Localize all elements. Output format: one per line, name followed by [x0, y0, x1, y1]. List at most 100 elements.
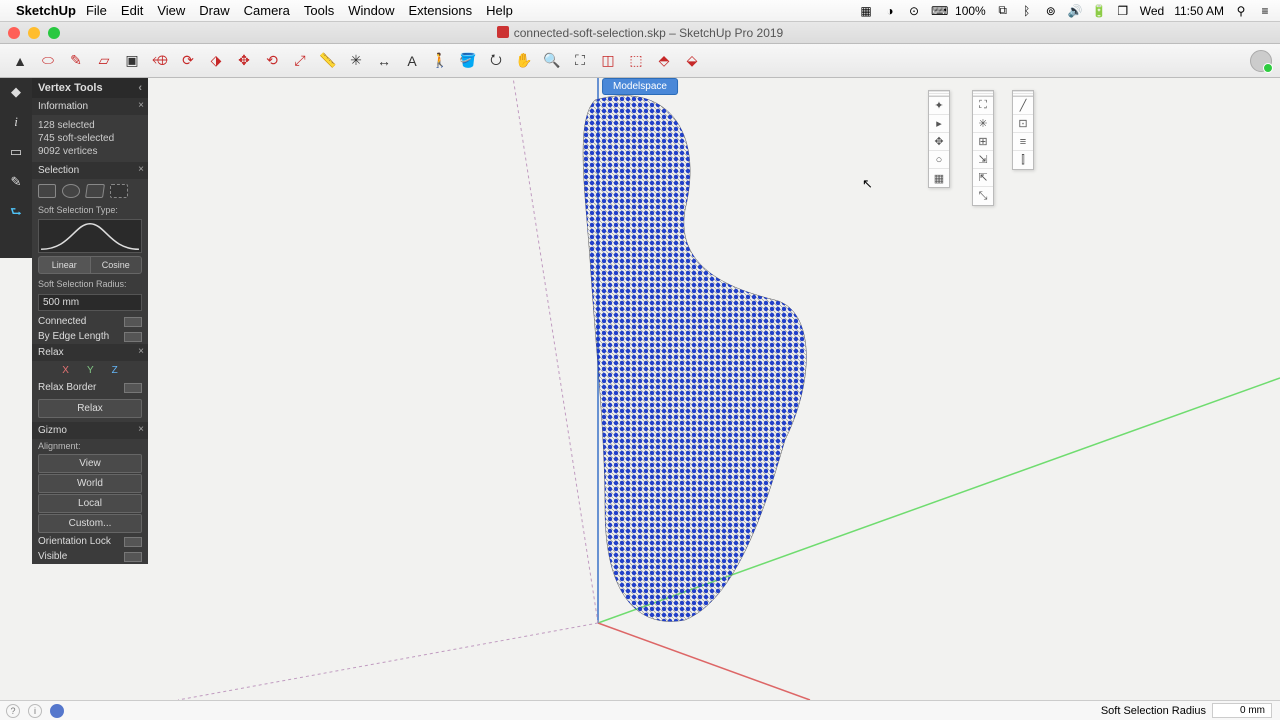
falloff-curve[interactable] — [38, 219, 142, 253]
menu-view[interactable]: View — [157, 3, 185, 18]
menu-camera[interactable]: Camera — [244, 3, 290, 18]
mesh-object[interactable] — [565, 90, 825, 630]
volume-icon[interactable]: 🔊 — [1068, 4, 1082, 18]
zoom-tool[interactable]: 🔍 — [540, 49, 564, 73]
relax-button[interactable]: Relax — [38, 399, 142, 418]
3dwarehouse-tool[interactable]: ⬚ — [624, 49, 648, 73]
orientation-lock-checkbox[interactable] — [124, 537, 142, 547]
window-minimize-button[interactable] — [28, 27, 40, 39]
visible-checkbox[interactable] — [124, 552, 142, 562]
outer-shell-tool[interactable]: ⬗ — [204, 49, 228, 73]
falloff-cosine-button[interactable]: Cosine — [90, 256, 143, 274]
select-circle-tool[interactable] — [62, 184, 80, 198]
vstrip-edit[interactable]: ✎ — [6, 172, 26, 192]
menu-tools[interactable]: Tools — [304, 3, 334, 18]
search-icon[interactable]: ⚲ — [1234, 4, 1248, 18]
menu-extra-icon[interactable]: ⊙ — [907, 4, 921, 18]
vt-edit-2[interactable]: ⊡ — [1013, 115, 1033, 133]
vstrip-info[interactable]: i — [6, 112, 26, 132]
section-gizmo[interactable]: Gizmo× — [32, 422, 148, 439]
rotate-tool[interactable]: ⟲ — [260, 49, 284, 73]
close-icon[interactable]: × — [138, 424, 144, 435]
tape-tool[interactable]: 📏 — [316, 49, 340, 73]
axes-tool[interactable]: ✳ — [344, 49, 368, 73]
vt-tool-5[interactable]: ▦ — [929, 169, 949, 187]
vstrip-gizmo[interactable]: ⮑ — [6, 202, 26, 222]
vt-gizmo-5[interactable]: ⇱ — [973, 169, 993, 187]
status-help-icon[interactable]: ? — [6, 704, 20, 718]
vt-gizmo-4[interactable]: ⇲ — [973, 151, 993, 169]
vt-tool-2[interactable]: ▸ — [929, 115, 949, 133]
menu-extra-icon[interactable]: ▦ — [859, 4, 873, 18]
panel-collapse-icon[interactable]: ‹ — [138, 82, 142, 94]
vt-edit-4[interactable]: ⫿ — [1013, 151, 1033, 169]
menu-extra-icon[interactable]: ◑ — [883, 4, 897, 18]
extension-tool[interactable]: ⬘ — [652, 49, 676, 73]
dimension-tool[interactable]: ↔ — [372, 49, 396, 73]
status-user-icon[interactable] — [50, 704, 64, 718]
vt-tool-4[interactable]: ○ — [929, 151, 949, 169]
battery-icon[interactable]: 🔋 — [1092, 4, 1106, 18]
keyboard-icon[interactable]: ⌨ — [931, 4, 945, 18]
menu-file[interactable]: File — [86, 3, 107, 18]
clock-day[interactable]: Wed — [1140, 4, 1164, 18]
menu-draw[interactable]: Draw — [199, 3, 229, 18]
pan-tool[interactable]: ✋ — [512, 49, 536, 73]
pushpull-tool[interactable]: ▣ — [120, 49, 144, 73]
vt-palette-b[interactable]: ⛶ ✳ ⊞ ⇲ ⇱ ⤡ — [972, 90, 994, 206]
followme-tool[interactable]: ⬲ — [148, 49, 172, 73]
vt-edit-1[interactable]: ╱ — [1013, 97, 1033, 115]
falloff-linear-button[interactable]: Linear — [38, 256, 90, 274]
paint-tool[interactable]: 🪣 — [456, 49, 480, 73]
vstrip-select[interactable]: ▭ — [6, 142, 26, 162]
sandbox-tool[interactable]: ⬙ — [680, 49, 704, 73]
select-backface-tool[interactable] — [110, 184, 128, 198]
offset-tool[interactable]: ⟳ — [176, 49, 200, 73]
status-info-icon[interactable]: i — [28, 704, 42, 718]
close-icon[interactable]: × — [138, 100, 144, 111]
viewport-3d[interactable]: Modelspace ✦ ▸ ✥ ○ ▦ — [0, 78, 1280, 700]
radius-input[interactable]: 500 mm — [38, 294, 142, 311]
zoom-level[interactable]: 100% — [955, 4, 986, 18]
user-avatar[interactable] — [1250, 50, 1272, 72]
menu-help[interactable]: Help — [486, 3, 513, 18]
close-icon[interactable]: × — [138, 346, 144, 357]
section-relax[interactable]: Relax× — [32, 344, 148, 361]
dropbox-icon[interactable]: ⧉ — [996, 3, 1010, 18]
vt-gizmo-1[interactable]: ⛶ — [973, 97, 993, 115]
select-lasso-tool[interactable] — [85, 184, 105, 198]
window-close-button[interactable] — [8, 27, 20, 39]
window-zoom-button[interactable] — [48, 27, 60, 39]
section-information[interactable]: Information× — [32, 98, 148, 115]
close-icon[interactable]: × — [138, 164, 144, 175]
scale-tool[interactable]: ⤢ — [288, 49, 312, 73]
section-tool[interactable]: ◫ — [596, 49, 620, 73]
app-name[interactable]: SketchUp — [16, 3, 76, 18]
vt-gizmo-2[interactable]: ✳ — [973, 115, 993, 133]
section-selection[interactable]: Selection× — [32, 162, 148, 179]
select-rect-tool[interactable] — [38, 184, 56, 198]
siri-icon[interactable]: ≡ — [1258, 4, 1272, 18]
align-local-button[interactable]: Local — [38, 494, 142, 513]
relax-axis-y[interactable]: Y — [87, 365, 94, 376]
line-tool[interactable]: ✎ — [64, 49, 88, 73]
align-world-button[interactable]: World — [38, 474, 142, 493]
spotlight-icon[interactable]: ❐ — [1116, 4, 1130, 18]
vt-tool-1[interactable]: ✦ — [929, 97, 949, 115]
move-tool[interactable]: ✥ — [232, 49, 256, 73]
statusbar-value[interactable]: 0 mm — [1212, 703, 1272, 718]
relax-border-checkbox[interactable] — [124, 383, 142, 393]
connected-checkbox[interactable] — [124, 317, 142, 327]
menu-extensions[interactable]: Extensions — [408, 3, 472, 18]
vt-palette-c[interactable]: ╱ ⊡ ≡ ⫿ — [1012, 90, 1034, 170]
bluetooth-icon[interactable]: ᛒ — [1020, 4, 1034, 18]
align-view-button[interactable]: View — [38, 454, 142, 473]
vt-tool-3[interactable]: ✥ — [929, 133, 949, 151]
clock-time[interactable]: 11:50 AM — [1174, 4, 1224, 18]
vstrip-logo[interactable]: ◆ — [6, 82, 26, 102]
eraser-tool[interactable]: ⬭ — [36, 49, 60, 73]
text-tool[interactable]: A — [400, 49, 424, 73]
align-custom-button[interactable]: Custom... — [38, 514, 142, 533]
vt-edit-3[interactable]: ≡ — [1013, 133, 1033, 151]
relax-axis-x[interactable]: X — [62, 365, 69, 376]
